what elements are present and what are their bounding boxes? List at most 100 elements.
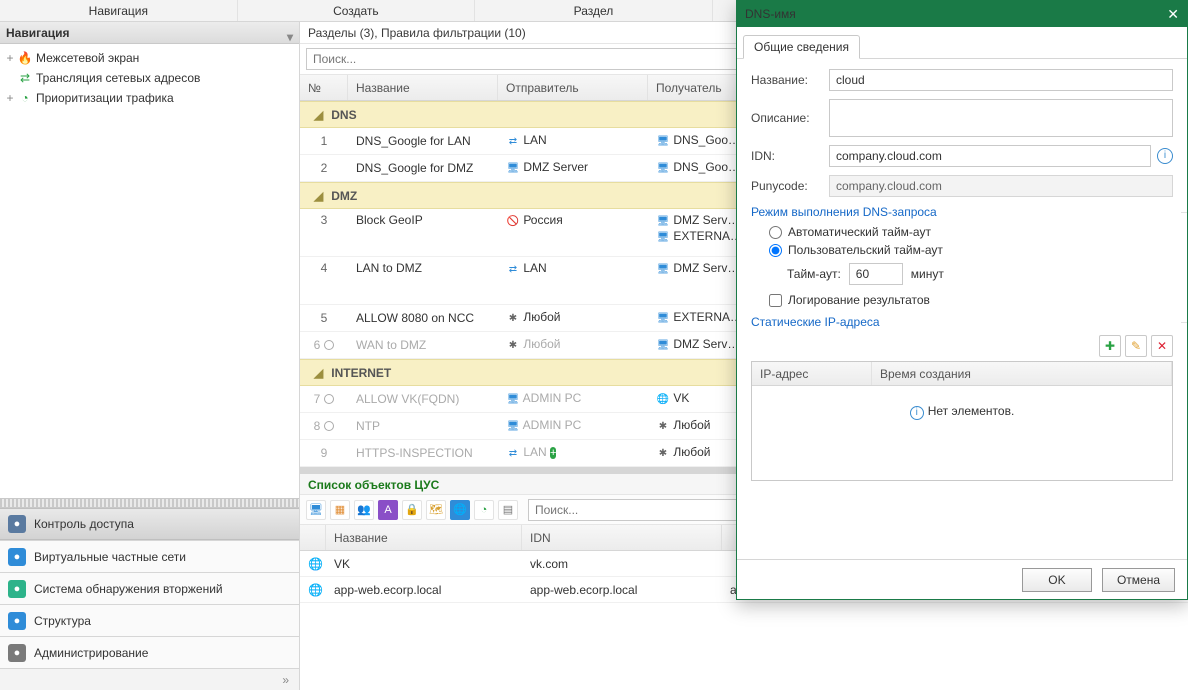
- nav-label: Контроль доступа: [34, 517, 134, 531]
- ip-col-addr[interactable]: IP-адрес: [752, 362, 872, 385]
- tb-map-icon[interactable]: 🗺: [426, 500, 446, 520]
- add-icon[interactable]: +: [550, 447, 556, 459]
- cell-sender: Россия: [498, 213, 648, 229]
- expand-icon[interactable]: +: [4, 51, 16, 65]
- host-icon: [656, 263, 670, 277]
- tab-general[interactable]: Общие сведения: [743, 35, 860, 59]
- nav-label: Администрирование: [34, 646, 148, 660]
- nav-ac[interactable]: ● Контроль доступа: [0, 508, 299, 540]
- radio-user-timeout[interactable]: Пользовательский тайм-аут: [769, 243, 1173, 257]
- triangle-icon: ◢: [314, 189, 323, 203]
- ip-col-time[interactable]: Время создания: [872, 362, 1172, 385]
- label-name: Название:: [751, 73, 829, 87]
- cell-sender: Любой: [498, 310, 648, 326]
- name-field[interactable]: [829, 69, 1173, 91]
- cell-sender: Любой: [498, 337, 648, 353]
- obj-col-name[interactable]: Название: [326, 525, 522, 550]
- host-icon: [656, 312, 670, 326]
- cell-num: 1: [300, 134, 348, 148]
- obj-col-idn[interactable]: IDN: [522, 525, 722, 550]
- host-icon: [656, 339, 670, 353]
- triangle-icon: ◢: [314, 108, 323, 122]
- tree-label: Приоритизации трафика: [34, 91, 174, 105]
- section-dns-mode[interactable]: Режим выполнения DNS-запроса: [751, 205, 1173, 219]
- cell-name: NTP: [348, 419, 498, 433]
- punycode-field: [829, 175, 1173, 197]
- menu-section[interactable]: Раздел: [475, 0, 713, 21]
- nav-ids[interactable]: ●Система обнаружения вторжений: [0, 572, 299, 604]
- cell-sender: LAN: [498, 133, 648, 149]
- idn-field[interactable]: [829, 145, 1151, 167]
- tb-host-icon[interactable]: 🖥: [306, 500, 326, 520]
- tb-time-icon[interactable]: ◔: [474, 500, 494, 520]
- nav-label: Виртуальные частные сети: [34, 550, 186, 564]
- collapse-icon[interactable]: ▾: [287, 26, 293, 48]
- close-icon[interactable]: ✕: [1167, 6, 1179, 23]
- ip-delete-button[interactable]: ✕: [1151, 335, 1173, 357]
- left-footer-expand[interactable]: »: [0, 668, 299, 690]
- tb-app-icon[interactable]: A: [378, 500, 398, 520]
- cell-name: DNS_Google for LAN: [348, 134, 498, 148]
- tb-lock-icon[interactable]: 🔒: [402, 500, 422, 520]
- splitter-grip[interactable]: [0, 498, 299, 508]
- dns-name-dialog: DNS-имя ✕ Общие сведения Название: Описа…: [736, 0, 1188, 600]
- cell-name: WAN to DMZ: [348, 338, 498, 352]
- host-icon: [656, 230, 670, 244]
- label-idn: IDN:: [751, 149, 829, 163]
- star-icon: [656, 447, 670, 461]
- ip-add-button[interactable]: ✚: [1099, 335, 1121, 357]
- col-num[interactable]: №: [300, 75, 348, 100]
- ip-grid: IP-адрес Время создания iНет элементов.: [751, 361, 1173, 481]
- cell-num: 4: [300, 261, 348, 275]
- section-static-ip[interactable]: Статические IP-адреса: [751, 315, 1173, 329]
- tree-item[interactable]: +◔Приоритизации трафика: [0, 88, 299, 108]
- ip-edit-button[interactable]: ✎: [1125, 335, 1147, 357]
- nav-vpn[interactable]: ●Виртуальные частные сети: [0, 540, 299, 572]
- cell-num: 5: [300, 311, 348, 325]
- info-icon[interactable]: i: [1157, 148, 1173, 164]
- disabled-icon: [324, 394, 334, 404]
- radio-auto-timeout[interactable]: Автоматический тайм-аут: [769, 225, 1173, 239]
- col-sender[interactable]: Отправитель: [498, 75, 648, 100]
- cancel-button[interactable]: Отмена: [1102, 568, 1175, 592]
- tb-list-icon[interactable]: ▤: [498, 500, 518, 520]
- globe-icon: [308, 557, 323, 571]
- col-name[interactable]: Название: [348, 75, 498, 100]
- label-puny: Punycode:: [751, 179, 829, 193]
- lan-icon: [506, 447, 520, 461]
- nav-adm[interactable]: ●Администрирование: [0, 636, 299, 668]
- star-icon: [506, 339, 520, 353]
- cell-sender: LAN +: [498, 445, 648, 461]
- cell-num: 3: [300, 213, 348, 227]
- globe-icon: [656, 393, 670, 407]
- expand-icon[interactable]: +: [4, 91, 16, 105]
- tb-dns-icon[interactable]: 🌐: [450, 500, 470, 520]
- tree-item[interactable]: ⇄Трансляция сетевых адресов: [0, 68, 299, 88]
- triangle-icon: ◢: [314, 366, 323, 380]
- tb-users-icon[interactable]: 👥: [354, 500, 374, 520]
- firewall-icon: 🔥: [16, 51, 34, 65]
- ok-button[interactable]: OK: [1022, 568, 1092, 592]
- cell-sender: LAN: [498, 261, 648, 277]
- tb-group-icon[interactable]: ▦: [330, 500, 350, 520]
- host-icon: [506, 162, 520, 176]
- cell-name: LAN to DMZ: [348, 261, 498, 275]
- lan-icon: [506, 135, 520, 149]
- chk-log-results[interactable]: Логирование результатов: [769, 293, 1173, 307]
- globe-icon: [308, 583, 323, 597]
- nat-icon: ⇄: [16, 71, 34, 85]
- ac-icon: ●: [8, 515, 26, 533]
- nav-label: Структура: [34, 614, 91, 628]
- nav-title: Навигация: [6, 26, 70, 40]
- tree-item[interactable]: +🔥Межсетевой экран: [0, 48, 299, 68]
- menu-create[interactable]: Создать: [238, 0, 476, 21]
- menu-nav[interactable]: Навигация: [0, 0, 238, 21]
- ids-icon: ●: [8, 580, 26, 598]
- nav-str[interactable]: ● Структура: [0, 604, 299, 636]
- str-icon: ●: [8, 612, 26, 630]
- cell-name: HTTPS-INSPECTION: [348, 446, 498, 460]
- dialog-titlebar[interactable]: DNS-имя ✕: [737, 1, 1187, 27]
- description-field[interactable]: [829, 99, 1173, 137]
- obj-name: VK: [326, 557, 522, 571]
- timeout-field[interactable]: [849, 263, 903, 285]
